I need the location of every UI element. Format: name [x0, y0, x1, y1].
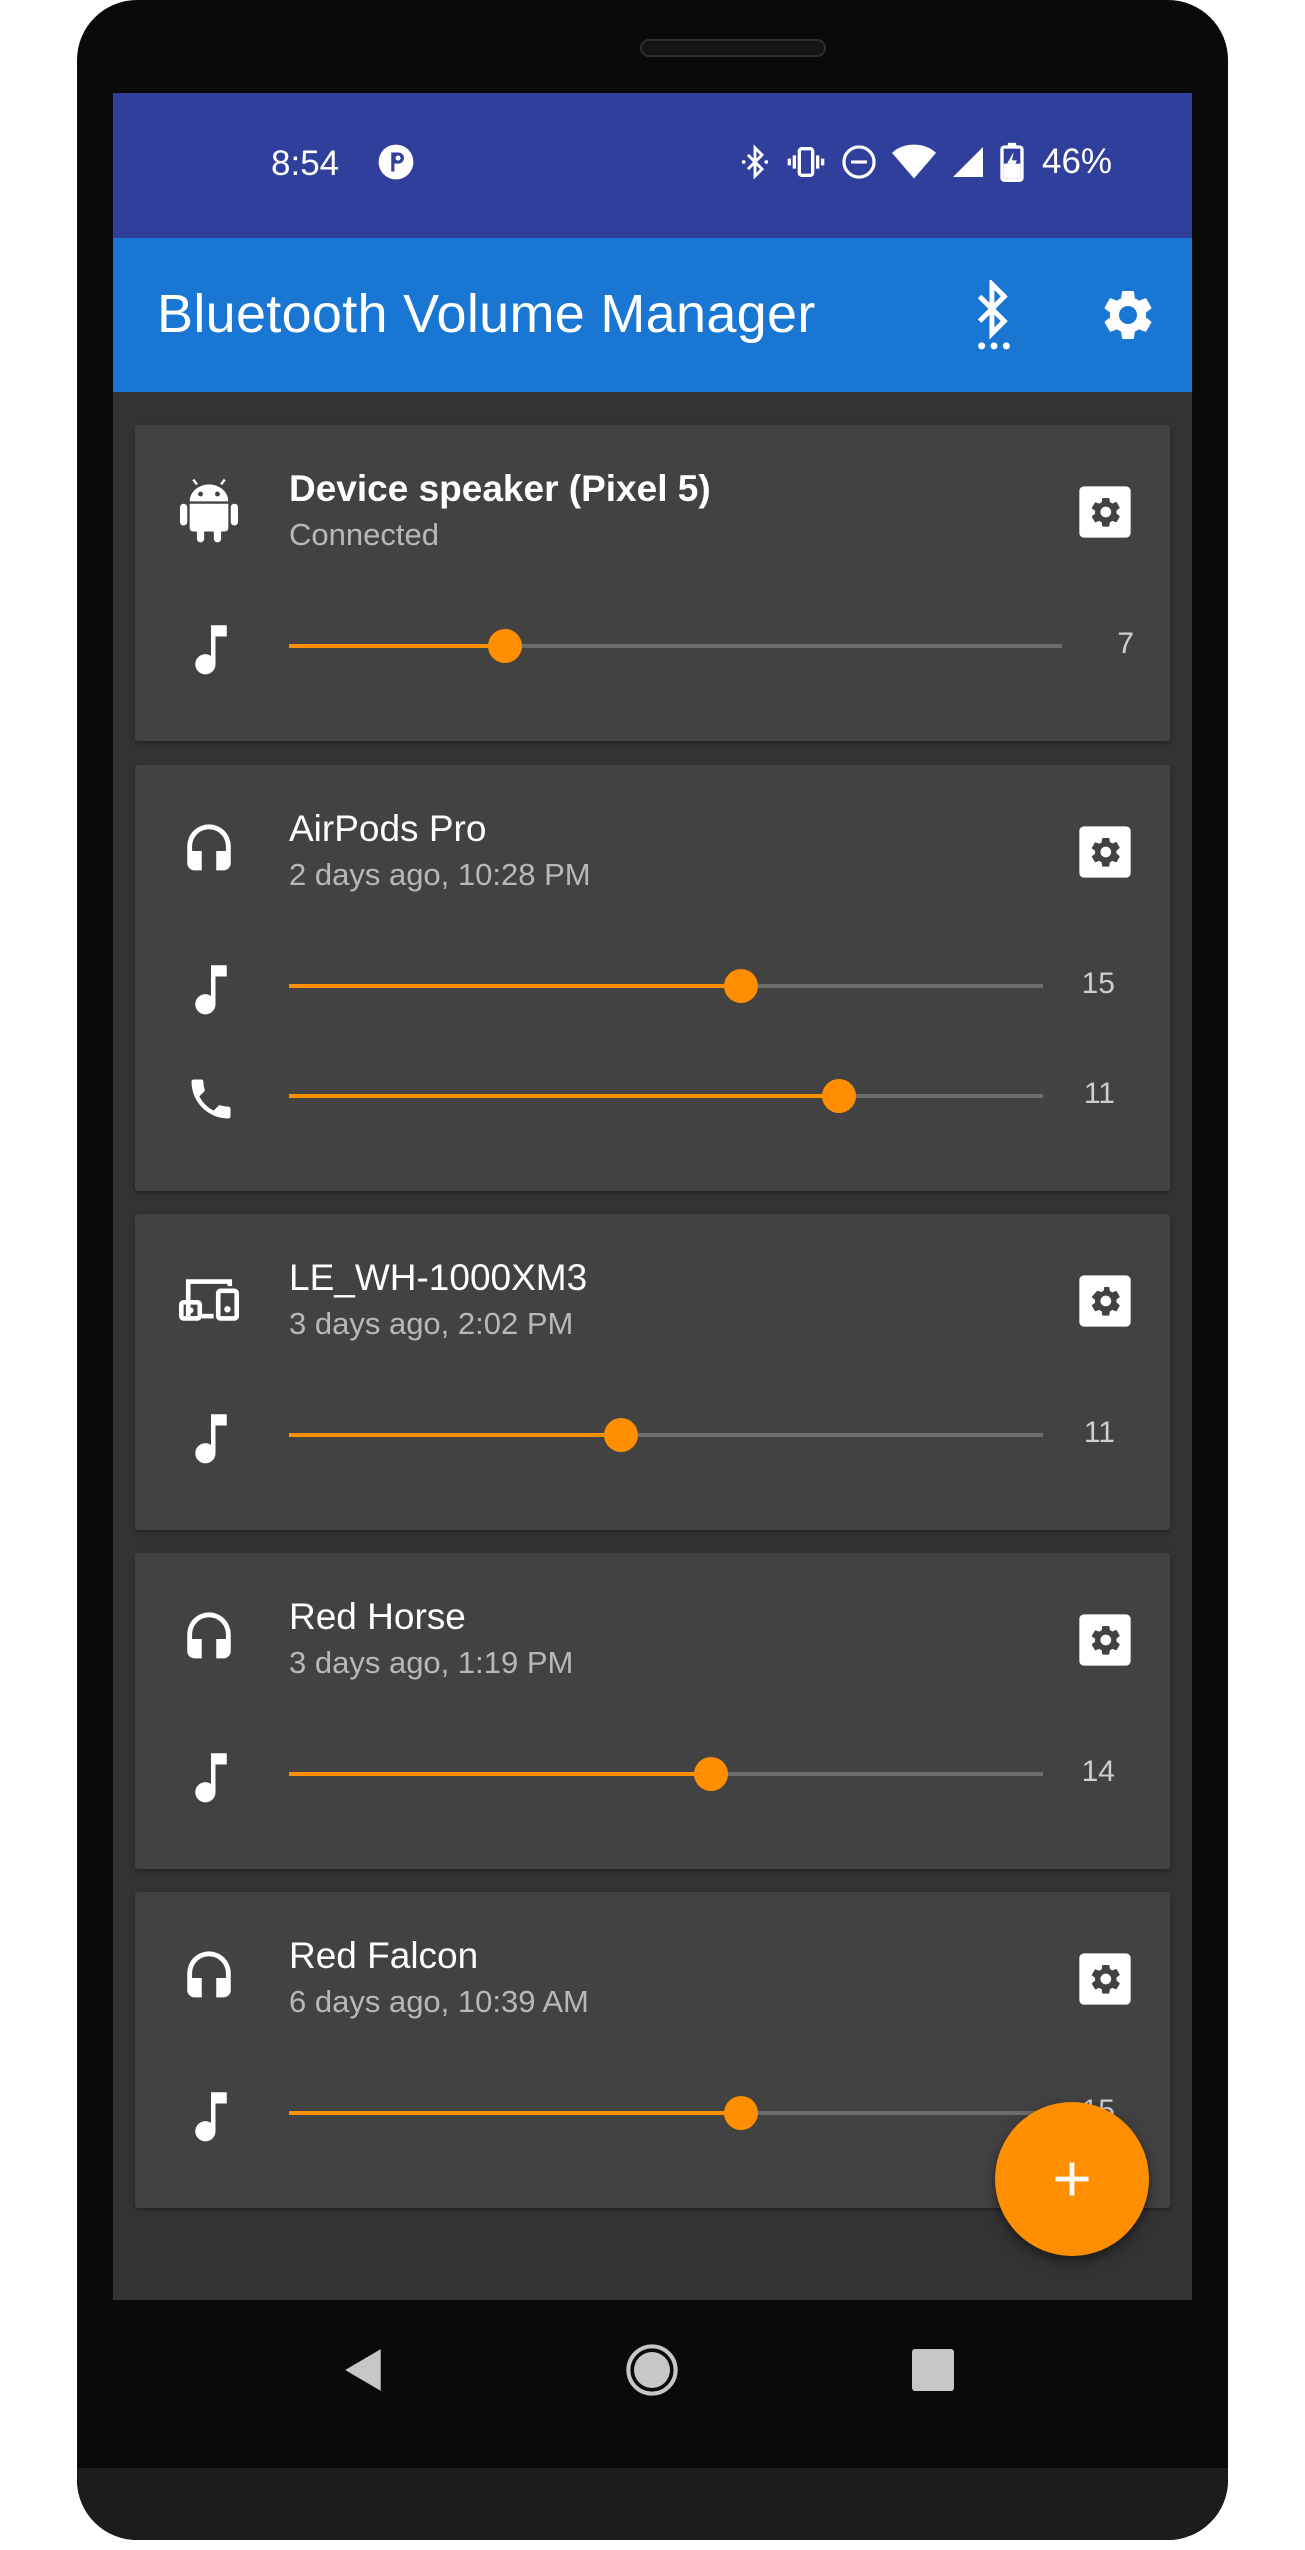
volume-slider-music[interactable]: [289, 966, 1043, 1006]
recents-button[interactable]: [900, 2337, 966, 2403]
bluetooth-icon: [741, 144, 769, 180]
navigation-bar: [77, 2300, 1228, 2440]
device-settings-button[interactable]: [1075, 1271, 1135, 1331]
back-icon: [345, 2349, 381, 2391]
volume-slider-music[interactable]: [289, 1754, 1043, 1794]
device-name: Red Horse: [289, 1596, 466, 1637]
app-title: Bluetooth Volume Manager: [157, 284, 816, 344]
device-card[interactable]: Device speaker (Pixel 5) Connected 7: [135, 425, 1170, 741]
speaker-grill: [640, 39, 826, 57]
bluetooth-scan-icon: [977, 280, 1010, 350]
volume-value: 14: [1081, 1755, 1115, 1788]
device-card[interactable]: AirPods Pro 2 days ago, 10:28 PM 15 11: [135, 765, 1170, 1191]
status-bar: 8:54 46%: [113, 93, 1192, 238]
device-status: Connected: [289, 517, 439, 552]
device-status: 2 days ago, 10:28 PM: [289, 857, 591, 892]
volume-slider-music[interactable]: [289, 626, 1062, 666]
music-icon: [185, 1413, 237, 1465]
home-icon: [626, 2344, 678, 2396]
add-icon: [1055, 2162, 1089, 2196]
slider-thumb[interactable]: [724, 969, 759, 1003]
device-settings-button[interactable]: [1075, 1610, 1135, 1670]
slider-thumb[interactable]: [822, 1079, 857, 1113]
slider-thumb[interactable]: [694, 1757, 729, 1791]
device-name: LE_WH-1000XM3: [289, 1257, 588, 1298]
device-card[interactable]: Red Horse 3 days ago, 1:19 PM 14: [135, 1553, 1170, 1869]
music-icon: [185, 624, 237, 676]
notification-icon: [378, 144, 414, 180]
music-icon: [185, 2091, 237, 2143]
settings-box-icon: [1079, 486, 1131, 538]
battery-percent: 46%: [1042, 142, 1113, 181]
slider-thumb[interactable]: [488, 629, 523, 663]
slider-fill: [289, 644, 506, 648]
slider-fill: [289, 1094, 840, 1098]
device-settings-button[interactable]: [1075, 822, 1135, 882]
device-name: AirPods Pro: [289, 808, 487, 849]
volume-slider-music[interactable]: [289, 1415, 1043, 1455]
device-status: 3 days ago, 2:02 PM: [289, 1306, 574, 1341]
settings-box-icon: [1079, 1614, 1131, 1666]
phone-chin: [77, 2468, 1228, 2540]
device-name: Device speaker (Pixel 5): [289, 468, 711, 509]
vibrate-icon: [787, 147, 825, 177]
bluetooth-scan-button[interactable]: [957, 278, 1031, 352]
slider-thumb[interactable]: [724, 2096, 759, 2130]
status-icons: 46%: [738, 141, 1112, 183]
headphones-icon: [179, 1609, 239, 1669]
headphones-icon: [179, 821, 239, 881]
back-button[interactable]: [331, 2337, 397, 2403]
slider-fill: [289, 2111, 742, 2115]
slider-fill: [289, 1772, 712, 1776]
volume-value: 7: [1117, 627, 1134, 660]
cellular-icon: [953, 147, 983, 177]
settings-box-icon: [1079, 1953, 1131, 2005]
app-bar: Bluetooth Volume Manager: [113, 238, 1192, 392]
device-status: 3 days ago, 1:19 PM: [289, 1645, 574, 1680]
do-not-disturb-icon: [842, 145, 876, 179]
volume-value: 11: [1083, 1416, 1115, 1449]
device-card[interactable]: LE_WH-1000XM3 3 days ago, 2:02 PM 11: [135, 1214, 1170, 1530]
headphones-icon: [179, 1948, 239, 2008]
battery-charging-icon: [1000, 142, 1024, 182]
recents-icon: [912, 2349, 954, 2391]
music-icon: [185, 1752, 237, 1804]
devices-icon: [179, 1270, 239, 1330]
settings-button[interactable]: [1091, 278, 1165, 352]
settings-box-icon: [1079, 826, 1131, 878]
volume-value: 11: [1083, 1077, 1115, 1110]
slider-thumb[interactable]: [603, 1418, 638, 1452]
device-name: Red Falcon: [289, 1935, 479, 1976]
device-settings-button[interactable]: [1075, 1949, 1135, 2009]
call-icon: [185, 1073, 237, 1125]
settings-icon: [1104, 290, 1152, 339]
add-device-button[interactable]: [995, 2102, 1149, 2256]
volume-value: 15: [1081, 967, 1115, 1000]
device-settings-button[interactable]: [1075, 482, 1135, 542]
slider-fill: [289, 984, 742, 988]
volume-slider-call[interactable]: [289, 1076, 1043, 1116]
home-button[interactable]: [619, 2337, 685, 2403]
slider-fill: [289, 1433, 621, 1437]
screen: 8:54 46% Bluetooth Volume Manager Device…: [113, 93, 1192, 2300]
settings-box-icon: [1079, 1275, 1131, 1327]
android-icon: [179, 478, 239, 543]
wifi-icon: [892, 144, 936, 179]
device-status: 6 days ago, 10:39 AM: [289, 1984, 589, 2019]
music-icon: [185, 964, 237, 1016]
status-time: 8:54: [271, 144, 340, 183]
volume-slider-music[interactable]: [289, 2093, 1043, 2133]
